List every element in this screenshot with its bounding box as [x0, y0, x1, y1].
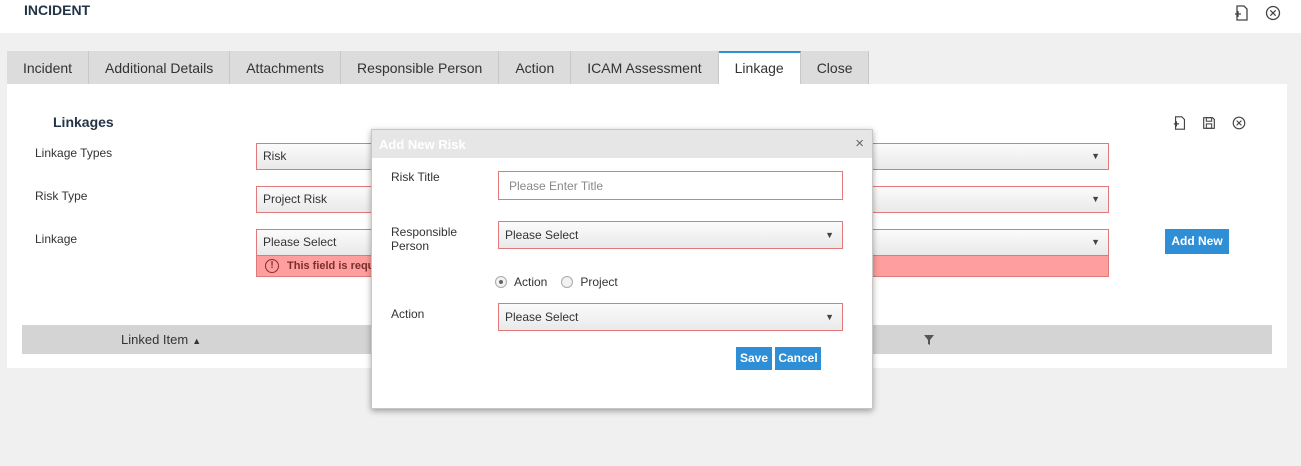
tab-icam-assessment[interactable]: ICAM Assessment — [571, 51, 719, 84]
tab-close[interactable]: Close — [800, 51, 870, 84]
tab-action[interactable]: Action — [499, 51, 572, 84]
new-document-icon[interactable] — [1233, 4, 1251, 22]
tab-bar: Incident Additional Details Attachments … — [7, 51, 870, 84]
new-document-icon[interactable] — [1172, 115, 1188, 131]
radio-action-label: Action — [514, 275, 548, 289]
cancel-button[interactable]: Cancel — [775, 347, 821, 370]
tab-additional-details[interactable]: Additional Details — [89, 51, 231, 84]
responsible-person-value: Please Select — [505, 228, 579, 242]
tab-attachments[interactable]: Attachments — [230, 51, 342, 84]
dialog-header: Add New Risk × — [372, 130, 872, 158]
risk-type-value: Project Risk — [263, 192, 328, 206]
chevron-down-icon: ▼ — [1091, 237, 1100, 247]
close-circle-icon[interactable] — [1264, 4, 1282, 22]
chevron-down-icon: ▼ — [825, 312, 834, 322]
radio-action[interactable] — [495, 276, 507, 288]
linkage-types-value: Risk — [263, 149, 287, 163]
sort-up-icon: ▲ — [192, 336, 202, 346]
add-new-button[interactable]: Add New — [1165, 229, 1229, 254]
add-new-risk-dialog: Add New Risk × Risk Title Responsible Pe… — [371, 129, 873, 409]
close-icon[interactable]: × — [855, 136, 864, 151]
chevron-down-icon: ▼ — [825, 230, 834, 240]
tab-responsible-person[interactable]: Responsible Person — [341, 51, 500, 84]
save-icon[interactable] — [1201, 115, 1217, 131]
action-label: Action — [391, 307, 425, 321]
responsible-person-label: Responsible Person — [391, 225, 458, 253]
save-button[interactable]: Save — [736, 347, 772, 370]
top-bar: INCIDENT — [0, 0, 1301, 33]
linkage-types-label: Linkage Types — [35, 146, 113, 160]
risk-type-label: Risk Type — [35, 189, 88, 203]
action-select[interactable]: Please Select ▼ — [498, 303, 843, 331]
section-title: Linkages — [53, 114, 114, 130]
tab-linkage[interactable]: Linkage — [718, 51, 801, 84]
linkage-label: Linkage — [35, 232, 78, 246]
tab-incident[interactable]: Incident — [7, 51, 90, 84]
risk-title-input[interactable] — [498, 171, 843, 200]
radio-group: Action Project — [495, 274, 632, 290]
column-linked-item-label: Linked Item — [121, 332, 189, 347]
responsible-person-select[interactable]: Please Select ▼ — [498, 221, 843, 249]
risk-title-label: Risk Title — [391, 170, 440, 184]
column-linked-item[interactable]: Linked Item ▲ — [121, 325, 201, 356]
warning-icon: ! — [265, 259, 279, 273]
action-value: Please Select — [505, 310, 579, 324]
close-circle-icon[interactable] — [1231, 115, 1247, 131]
dialog-title: Add New Risk — [379, 137, 466, 152]
page-title: INCIDENT — [24, 2, 91, 18]
radio-project-label: Project — [580, 275, 618, 289]
chevron-down-icon: ▼ — [1091, 151, 1100, 161]
filter-icon[interactable] — [923, 334, 935, 346]
radio-project[interactable] — [561, 276, 574, 288]
chevron-down-icon: ▼ — [1091, 194, 1100, 204]
linkage-value: Please Select — [263, 235, 337, 249]
